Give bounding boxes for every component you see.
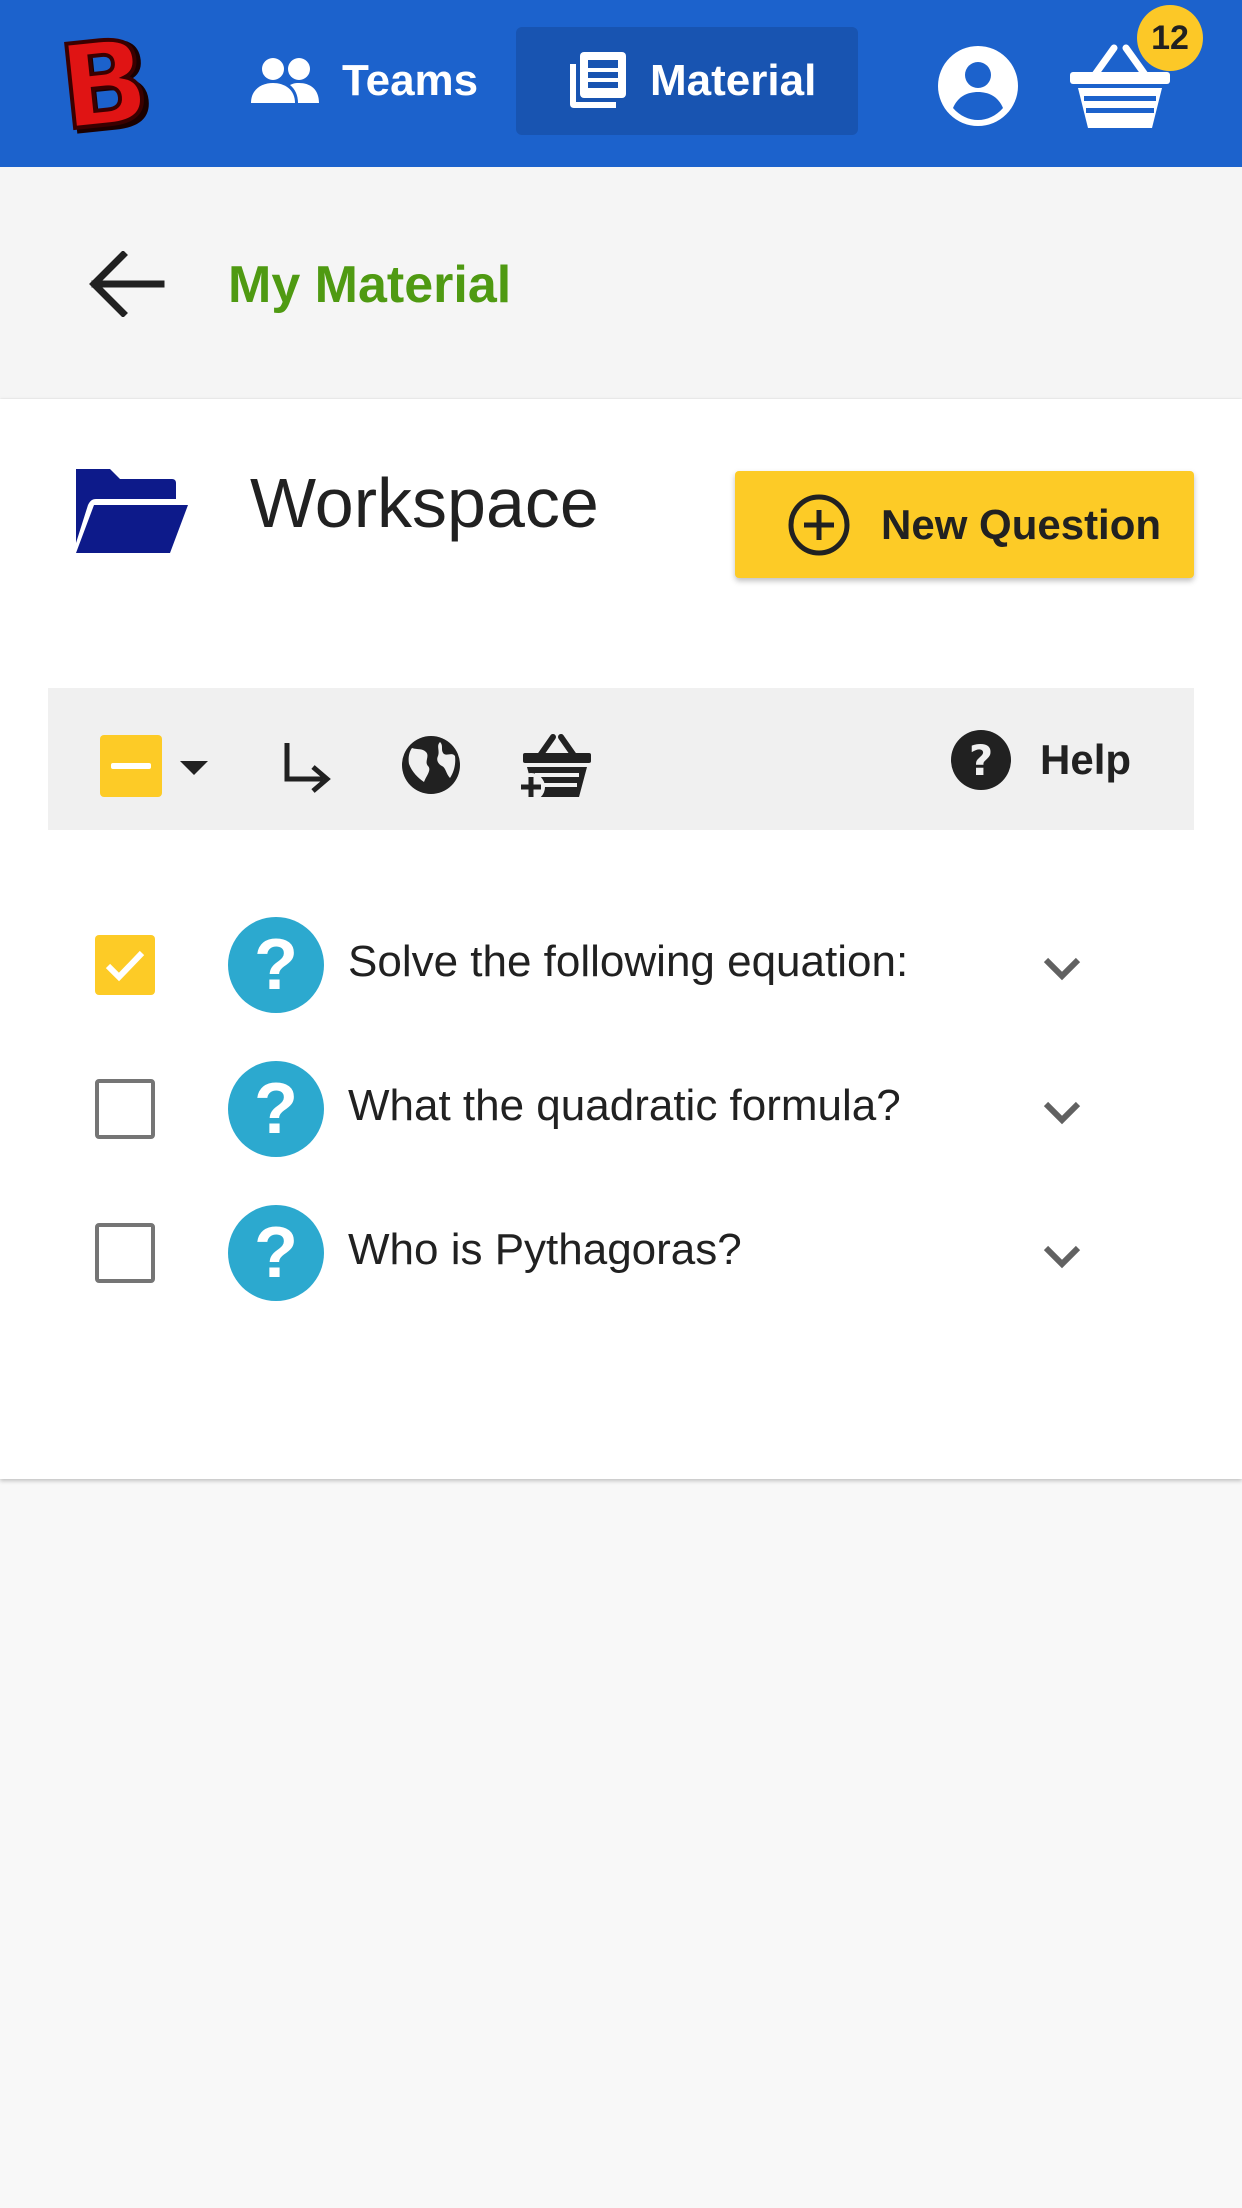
question-row[interactable]: ? What the quadratic formula? (0, 1043, 1242, 1173)
logo-letter: B (53, 18, 155, 146)
help-circle-icon: ? (950, 729, 1012, 791)
select-all-checkbox-icon[interactable] (100, 735, 162, 797)
chevron-down-icon[interactable] (1038, 945, 1086, 993)
help-label: Help (1040, 736, 1132, 783)
question-toolbar: ? Help (48, 688, 1194, 830)
people-icon (250, 57, 320, 105)
help-button[interactable]: ? Help (950, 728, 1131, 792)
chevron-down-icon[interactable] (1038, 1233, 1086, 1281)
check-icon (105, 950, 145, 982)
folder-open-icon (72, 463, 190, 559)
app-logo[interactable]: B B (50, 11, 170, 164)
question-checkbox[interactable] (95, 935, 155, 995)
question-checkbox[interactable] (95, 1079, 155, 1139)
page-header: My Material (0, 167, 1242, 397)
svg-text:?: ? (969, 736, 993, 785)
account-icon[interactable] (936, 44, 1020, 128)
question-row[interactable]: ? Who is Pythagoras? (0, 1187, 1242, 1317)
add-circle-icon (787, 493, 851, 557)
nav-teams-button[interactable]: Teams (236, 27, 496, 135)
question-text[interactable]: Solve the following equation: (348, 937, 908, 987)
newspaper-icon (566, 50, 628, 112)
chevron-down-icon[interactable] (1038, 1089, 1086, 1137)
question-type-icon: ? (228, 917, 324, 1013)
workspace-card: Workspace New Question ? Help ? Solve th… (0, 399, 1242, 1479)
workspace-title: Workspace (250, 464, 599, 542)
page-title: My Material (228, 256, 512, 314)
arrow-left-icon[interactable] (82, 239, 172, 329)
question-row[interactable]: ? Solve the following equation: (0, 899, 1242, 1029)
question-type-icon: ? (228, 1061, 324, 1157)
question-type-icon: ? (228, 1205, 324, 1301)
new-question-button[interactable]: New Question (735, 471, 1194, 578)
top-app-bar: B B Teams Material 12 (0, 0, 1242, 167)
question-checkbox[interactable] (95, 1223, 155, 1283)
nav-material-button[interactable]: Material (516, 27, 858, 135)
nav-material-label: Material (650, 56, 817, 105)
question-text[interactable]: Who is Pythagoras? (348, 1225, 742, 1275)
nav-teams-label: Teams (342, 56, 479, 105)
basket-count-badge: 12 (1137, 5, 1203, 71)
globe-icon[interactable] (396, 730, 466, 800)
question-text[interactable]: What the quadratic formula? (348, 1081, 901, 1131)
move-arrow-icon[interactable] (274, 734, 338, 798)
basket-add-icon[interactable] (514, 728, 598, 804)
caret-down-icon[interactable] (174, 748, 214, 788)
new-question-label: New Question (881, 500, 1162, 548)
